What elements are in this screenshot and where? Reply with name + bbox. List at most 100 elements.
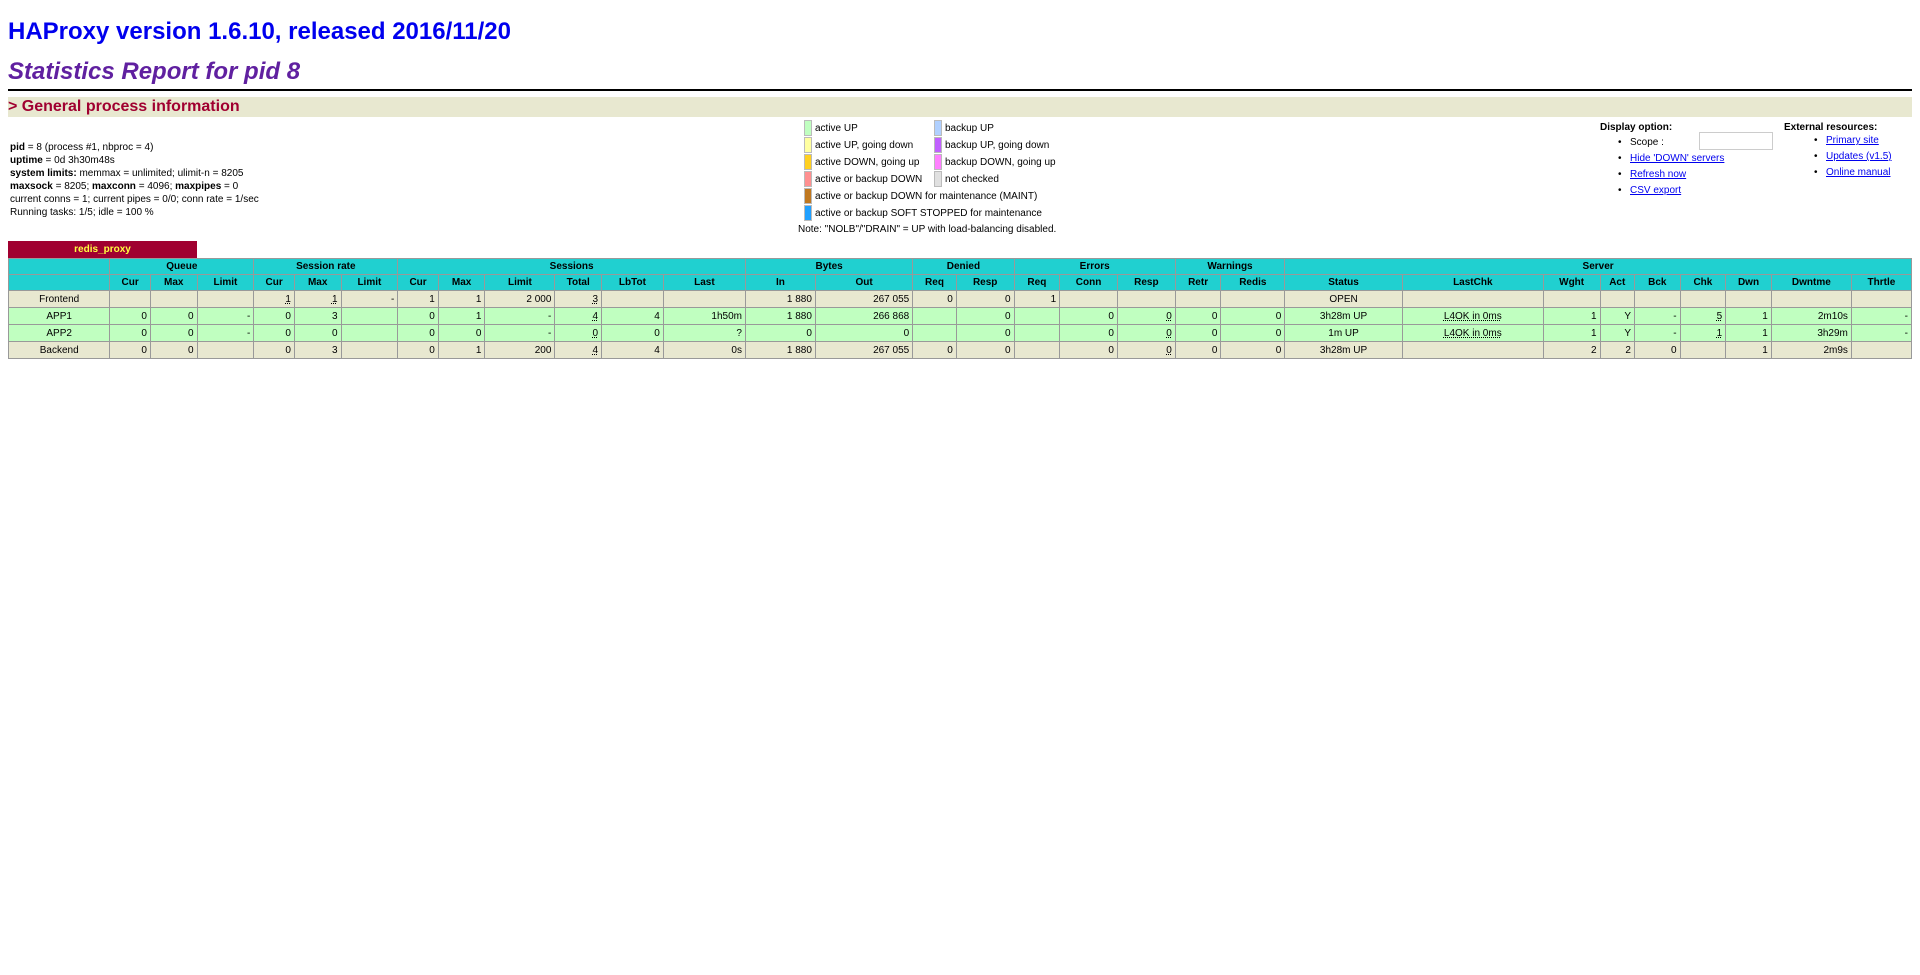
stat-cell: 0: [1059, 324, 1118, 342]
cell-value: 0: [1108, 327, 1114, 339]
stat-cell: -: [1633, 307, 1681, 325]
stat-cell: 267 055: [814, 290, 914, 308]
stat-cell: 0: [109, 324, 151, 342]
csv-export-link[interactable]: CSV export: [1630, 185, 1681, 196]
cell-value: 0: [1211, 310, 1218, 322]
stat-cell: 0: [253, 341, 295, 359]
cell-value: 0: [141, 344, 147, 356]
column-header: Resp: [1116, 274, 1176, 291]
proxy-name-tab[interactable]: redis_proxy: [8, 241, 197, 258]
cell-value: 1: [1716, 327, 1723, 339]
stat-cell: [1725, 290, 1772, 308]
stat-cell: [1013, 341, 1061, 359]
cell-value: ?: [736, 327, 742, 339]
column-header: Cur: [109, 274, 151, 291]
stat-cell: [1679, 290, 1727, 308]
stat-cell: 1: [437, 341, 486, 359]
cell-value: Y: [1624, 327, 1631, 339]
display-option-item: Refresh now: [1618, 167, 1724, 183]
row-name[interactable]: APP1: [7, 307, 111, 325]
column-header: Max: [293, 274, 342, 291]
proxy-stats-table: Queue Session rate Sessions Bytes Denied…: [7, 258, 1913, 359]
cell-value: 3h29m: [1817, 327, 1848, 339]
group-header: Bytes: [744, 258, 914, 275]
row-name[interactable]: Backend: [7, 341, 111, 359]
stat-cell: 0: [1633, 341, 1681, 359]
cell-value: 0: [1211, 327, 1218, 339]
cell-value: 0: [1275, 344, 1282, 356]
cell-value: 4: [654, 310, 660, 322]
stat-cell: [912, 307, 957, 325]
group-header: Sessions: [397, 258, 746, 275]
stat-cell: 0: [149, 341, 198, 359]
column-header: Dwntme: [1770, 274, 1852, 291]
stat-cell: [1850, 341, 1913, 359]
column-header: Resp: [955, 274, 1015, 291]
stat-cell: 0: [109, 307, 151, 325]
scope-label: Scope :: [1630, 137, 1664, 148]
maxpipes-value: = 0: [221, 181, 239, 192]
stat-cell: 1 880: [744, 341, 816, 359]
cell-value: 0: [429, 327, 435, 339]
cell-value: 0: [1671, 344, 1677, 356]
cell-value: -: [1904, 327, 1908, 339]
stat-cell: 3h29m: [1770, 324, 1852, 342]
system-limits-label: system limits:: [10, 168, 77, 179]
cell-value: 1 880: [786, 293, 812, 305]
proxy-rows: Frontend 1 1-1 1 2 000 3 1 880 267 055 0 0 1 OPEN AP…: [7, 290, 1913, 359]
cell-value: 267 055: [873, 293, 910, 305]
group-header-row: Queue Session rate Sessions Bytes Denied…: [7, 258, 1912, 275]
stat-cell: [1770, 290, 1852, 308]
column-header: Limit: [196, 274, 255, 291]
column-header: Last: [662, 274, 746, 291]
stat-cell: 0: [1220, 341, 1286, 359]
scope-input[interactable]: [1699, 132, 1773, 150]
stat-cell: 0: [912, 341, 957, 359]
stat-cell: [1401, 290, 1544, 308]
cell-value: 3: [592, 293, 599, 305]
cell-value: 1: [1762, 344, 1768, 356]
row-name[interactable]: APP2: [7, 324, 111, 342]
stat-cell: 3: [293, 307, 342, 325]
stat-cell: 4: [554, 307, 603, 325]
stat-cell: 1: [437, 307, 486, 325]
conns-line: current conns = 1; current pipes = 0/0; …: [10, 194, 259, 205]
group-header: [7, 258, 111, 275]
stat-cell: 0: [814, 324, 914, 342]
primary-site-link[interactable]: Primary site: [1826, 135, 1879, 146]
row-name[interactable]: Frontend: [7, 290, 111, 308]
server-row: APP1 0 0 - 0 3 0 1 - 4 4 1h50m 1 880 266 868 0 0 0 0 0 3h28…: [7, 307, 1913, 325]
stat-cell: 0: [397, 324, 439, 342]
stat-cell: 1m UP: [1284, 324, 1403, 342]
cell-value: 3: [331, 310, 338, 322]
stat-cell: 267 055: [814, 341, 914, 359]
column-header: Req: [912, 274, 957, 291]
cell-value: 0: [1275, 310, 1282, 322]
stat-cell: 0: [955, 324, 1015, 342]
cell-value: OPEN: [1329, 293, 1358, 305]
cell-value: 1: [475, 293, 482, 305]
cell-value: 1m UP: [1328, 327, 1359, 339]
stat-cell: L4OK in 0ms: [1401, 324, 1544, 342]
cell-value: 0: [1166, 327, 1172, 339]
stat-cell: [662, 290, 746, 308]
legend-swatch: [804, 171, 812, 187]
stat-cell: [1220, 290, 1286, 308]
column-header: Out: [814, 274, 914, 291]
updates-link[interactable]: Updates (v1.5): [1826, 151, 1892, 162]
hide-down-servers-link[interactable]: Hide 'DOWN' servers: [1630, 153, 1724, 164]
group-header: Errors: [1013, 258, 1176, 275]
external-resources-heading: External resources:: [1784, 122, 1878, 133]
online-manual-link[interactable]: Online manual: [1826, 167, 1890, 178]
legend-swatch: [804, 188, 812, 204]
stat-cell: [601, 290, 664, 308]
cell-value: 0: [654, 327, 660, 339]
cell-value: 1: [1762, 310, 1768, 322]
stat-cell: -: [340, 290, 399, 308]
display-options: Display option: Scope : Hide 'DOWN' serv…: [1600, 122, 1773, 199]
scope-item: Scope :: [1618, 132, 1773, 151]
stat-cell: 2 000: [484, 290, 556, 308]
cell-value: -: [1904, 310, 1908, 322]
cell-value: 0: [1166, 344, 1172, 356]
refresh-now-link[interactable]: Refresh now: [1630, 169, 1686, 180]
